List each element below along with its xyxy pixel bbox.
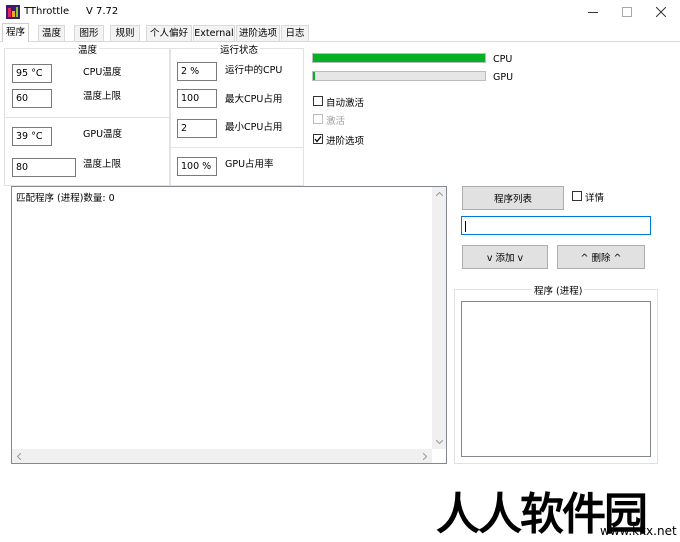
match-list-panel[interactable]: 匹配程序 (进程)数量: 0: [11, 186, 447, 464]
add-button[interactable]: v 添加 v: [462, 245, 548, 269]
tab-strip-line: [0, 41, 680, 42]
gpu-bar-label: GPU: [493, 72, 514, 83]
cpu-bar-label: CPU: [493, 54, 513, 65]
cpu-bar-fill: [313, 54, 485, 62]
auto-activate-label[interactable]: 自动激活: [326, 95, 364, 109]
gpu-temp-label: GPU温度: [83, 129, 123, 140]
tab-log[interactable]: 日志: [281, 25, 309, 41]
status-separator: [170, 147, 304, 148]
maximize-button[interactable]: [610, 0, 644, 24]
running-cpu-label: 运行中的CPU: [225, 65, 283, 76]
running-cpu-field[interactable]: 2 %: [177, 62, 217, 81]
tab-preferences[interactable]: 个人偏好: [146, 25, 192, 41]
watermark-url: www.kkx.net: [600, 524, 677, 538]
window-version: V 7.72: [86, 6, 119, 17]
temperature-group-title: 温度: [76, 42, 100, 56]
activate-checkbox[interactable]: [313, 114, 323, 124]
details-label[interactable]: 详情: [585, 190, 604, 204]
tab-temperature[interactable]: 温度: [38, 25, 65, 41]
programs-listbox[interactable]: [461, 301, 651, 457]
cpu-temp-field[interactable]: 95 °C: [12, 64, 52, 83]
tab-external[interactable]: External: [193, 25, 235, 41]
gpu-bar: [312, 71, 486, 81]
gpu-usage-label: GPU占用率: [225, 159, 274, 170]
tab-graphics[interactable]: 图形: [74, 25, 104, 41]
status-group-title: 运行状态: [218, 42, 261, 56]
gpu-temp-field[interactable]: 39 °C: [12, 127, 52, 146]
tab-advanced[interactable]: 进阶选项: [236, 25, 280, 41]
cpu-limit-field[interactable]: 60: [12, 89, 52, 108]
cpu-temp-label: CPU温度: [83, 67, 122, 78]
temperature-separator: [4, 117, 170, 118]
app-logo-icon: [6, 5, 20, 19]
program-list-button[interactable]: 程序列表: [462, 186, 564, 210]
text-caret: [465, 221, 466, 232]
minimize-button[interactable]: [576, 0, 610, 24]
max-cpu-label: 最大CPU占用: [225, 94, 283, 105]
window-title: TThrottle: [24, 6, 70, 17]
maximize-icon: [622, 7, 632, 17]
checkmark-icon: [314, 136, 322, 143]
details-checkbox[interactable]: [572, 191, 582, 201]
scroll-up-icon[interactable]: [432, 187, 446, 201]
close-button[interactable]: [644, 0, 678, 24]
max-cpu-field[interactable]: 100: [177, 89, 217, 108]
advanced-label[interactable]: 进阶选项: [326, 133, 364, 147]
horizontal-scrollbar[interactable]: [12, 449, 432, 463]
gpu-usage-field[interactable]: 100 %: [177, 157, 217, 176]
match-count-text: 匹配程序 (进程)数量: 0: [16, 193, 115, 204]
tab-programs[interactable]: 程序: [2, 23, 29, 42]
advanced-checkbox[interactable]: [313, 134, 323, 144]
scroll-right-icon[interactable]: [418, 449, 432, 463]
cpu-limit-label: 温度上限: [83, 91, 122, 102]
vertical-scrollbar[interactable]: [432, 187, 446, 449]
gpu-limit-label: 温度上限: [83, 159, 122, 170]
scroll-down-icon[interactable]: [432, 435, 446, 449]
min-cpu-field[interactable]: 2: [177, 119, 217, 138]
programs-group-title: 程序 (进程): [532, 283, 585, 297]
gpu-limit-field[interactable]: 80: [12, 158, 76, 177]
delete-button[interactable]: ^ 删除 ^: [557, 245, 645, 269]
activate-label: 激活: [326, 116, 346, 127]
program-search-input[interactable]: [461, 216, 651, 235]
tab-rules[interactable]: 规则: [110, 25, 140, 41]
minimize-icon: [588, 12, 598, 13]
min-cpu-label: 最小CPU占用: [225, 122, 283, 133]
auto-activate-checkbox[interactable]: [313, 96, 323, 106]
gpu-bar-fill: [313, 72, 315, 80]
close-icon: [656, 7, 666, 17]
scroll-left-icon[interactable]: [12, 449, 26, 463]
cpu-bar: [312, 53, 486, 63]
